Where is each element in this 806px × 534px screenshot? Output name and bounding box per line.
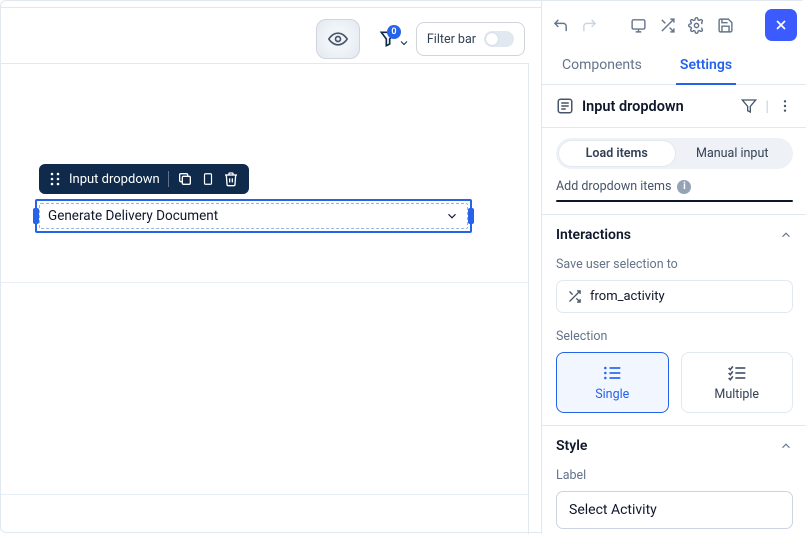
resize-handle-left[interactable] xyxy=(33,208,39,224)
settings-panel: Components Settings Input dropdown | Loa… xyxy=(542,1,806,534)
mode-single[interactable]: Single xyxy=(556,352,669,413)
variable-icon xyxy=(567,289,582,304)
list-single-icon xyxy=(602,365,622,381)
list-multiple-icon xyxy=(727,365,747,381)
selection-mode-cards: Single Multiple xyxy=(542,352,806,425)
present-icon[interactable] xyxy=(630,17,647,34)
redo-icon[interactable] xyxy=(581,17,598,34)
more-icon[interactable] xyxy=(777,98,793,114)
preview-button[interactable] xyxy=(316,19,360,59)
tab-components[interactable]: Components xyxy=(558,47,646,84)
add-items-input-row xyxy=(556,200,793,202)
mode-multiple[interactable]: Multiple xyxy=(681,352,794,413)
chevron-up-icon xyxy=(779,228,793,242)
selection-mode-label: Selection xyxy=(542,327,806,352)
tab-settings[interactable]: Settings xyxy=(676,47,736,85)
save-icon[interactable] xyxy=(717,17,734,34)
eye-icon xyxy=(328,29,348,49)
canvas-body[interactable]: Input dropdown Generate Delivery Documen… xyxy=(1,63,529,534)
shuffle-icon[interactable] xyxy=(659,17,676,34)
gear-icon[interactable] xyxy=(688,17,705,34)
canvas-top-divider xyxy=(1,4,541,8)
duplicate-icon[interactable] xyxy=(177,171,193,187)
filter-icon[interactable] xyxy=(741,98,757,114)
variable-picker[interactable]: from_activity xyxy=(556,280,793,313)
save-selection-label: Save user selection to xyxy=(542,255,806,280)
canvas-toolbar: 0 Filter bar xyxy=(316,19,525,59)
dropdown-component-icon xyxy=(556,97,574,115)
label-input[interactable]: Select Activity xyxy=(556,491,793,529)
add-items-label: Add dropdown items i xyxy=(542,179,806,200)
copy-icon[interactable] xyxy=(201,171,215,187)
chevron-up-icon xyxy=(779,439,793,453)
component-header: Input dropdown | xyxy=(542,85,806,128)
panel-top-toolbar xyxy=(542,1,806,47)
items-source-segmented: Load items Manual input xyxy=(556,138,793,169)
seg-load-items[interactable]: Load items xyxy=(559,141,675,166)
chevron-down-icon xyxy=(445,209,459,223)
interactions-header[interactable]: Interactions xyxy=(542,214,806,255)
component-title: Input dropdown xyxy=(582,98,684,115)
selection-toolbar[interactable]: Input dropdown xyxy=(39,164,249,194)
style-header[interactable]: Style xyxy=(542,425,806,466)
seg-manual-input[interactable]: Manual input xyxy=(675,141,791,166)
trash-icon[interactable] xyxy=(223,171,239,187)
style-label-label: Label xyxy=(542,466,806,491)
grid-line xyxy=(1,282,528,283)
resize-handle-right[interactable] xyxy=(468,208,474,224)
panel-tabs: Components Settings xyxy=(542,47,806,85)
dropdown-field[interactable]: Generate Delivery Document xyxy=(39,203,468,229)
filter-bar-label: Filter bar xyxy=(427,32,476,47)
close-icon xyxy=(773,17,789,33)
chevron-down-icon xyxy=(398,37,410,49)
grid-line xyxy=(1,494,528,495)
filter-bar-toggle[interactable]: Filter bar xyxy=(416,22,525,56)
input-dropdown-component[interactable]: Generate Delivery Document xyxy=(35,199,472,233)
undo-icon[interactable] xyxy=(552,17,569,34)
toggle-switch[interactable] xyxy=(484,31,514,47)
variable-name: from_activity xyxy=(590,289,665,304)
canvas-area: 0 Filter bar Input dropdown Generate Del… xyxy=(1,1,542,534)
dropdown-value: Generate Delivery Document xyxy=(48,208,218,224)
selected-component-name: Input dropdown xyxy=(69,172,160,187)
drag-handle-icon[interactable] xyxy=(49,172,61,186)
separator xyxy=(168,171,169,187)
filter-count-button[interactable]: 0 xyxy=(370,21,406,57)
add-items-input[interactable] xyxy=(587,201,792,202)
close-panel-button[interactable] xyxy=(765,9,797,41)
info-icon[interactable]: i xyxy=(677,180,691,194)
